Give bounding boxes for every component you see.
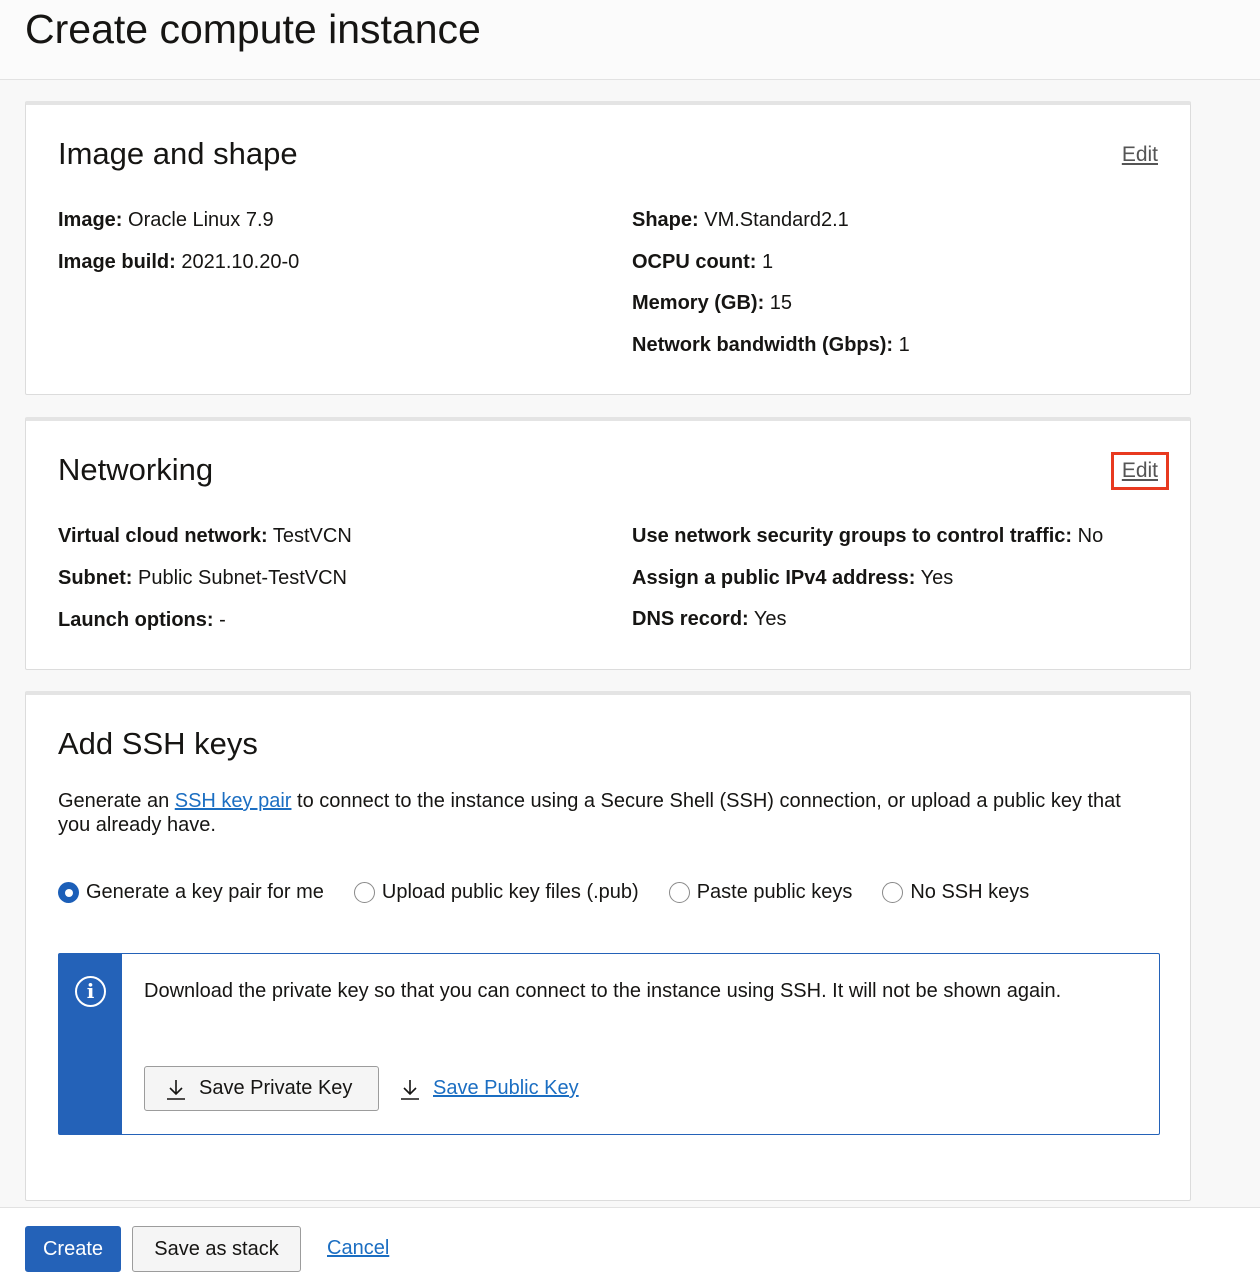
dns-record-field: DNS record: Yes bbox=[632, 608, 787, 631]
info-bar: i bbox=[59, 954, 122, 1134]
save-private-key-label: Save Private Key bbox=[199, 1077, 353, 1099]
nsg-label: Use network security groups to control t… bbox=[632, 525, 1073, 547]
radio-upload-public-key-label: Upload public key files (.pub) bbox=[381, 881, 639, 903]
cancel-link[interactable]: Cancel bbox=[327, 1237, 389, 1260]
network-bandwidth-label: Network bandwidth (Gbps): bbox=[632, 334, 894, 356]
image-and-shape-card: Image and shape Edit Image: Oracle Linux… bbox=[25, 101, 1191, 395]
radio-button[interactable] bbox=[668, 882, 690, 903]
ssh-desc-before: Generate an bbox=[58, 790, 175, 812]
ocpu-count-label: OCPU count: bbox=[632, 251, 757, 273]
radio-upload-public-key[interactable]: Upload public key files (.pub) bbox=[353, 881, 639, 904]
launch-options-label: Launch options: bbox=[58, 609, 214, 631]
nsg-value: No bbox=[1077, 525, 1104, 547]
ssh-key-pair-link[interactable]: SSH key pair bbox=[175, 790, 292, 812]
save-public-key-button[interactable]: Save Public Key bbox=[399, 1066, 579, 1111]
image-build-field: Image build: 2021.10.20-0 bbox=[58, 251, 299, 274]
radio-button-checked[interactable] bbox=[58, 882, 79, 903]
vcn-field: Virtual cloud network: TestVCN bbox=[58, 525, 352, 548]
network-bandwidth-value: 1 bbox=[898, 334, 910, 356]
ssh-keys-card: Add SSH keys Generate an SSH key pair to… bbox=[25, 691, 1191, 1201]
image-value: Oracle Linux 7.9 bbox=[128, 209, 274, 231]
radio-no-ssh-keys-label: No SSH keys bbox=[910, 881, 1030, 903]
subnet-value: Public Subnet-TestVCN bbox=[138, 567, 347, 589]
networking-title: Networking bbox=[58, 452, 214, 487]
subnet-label: Subnet: bbox=[58, 567, 133, 589]
nsg-field: Use network security groups to control t… bbox=[632, 525, 1103, 548]
public-ipv4-value: Yes bbox=[920, 567, 954, 589]
image-build-value: 2021.10.20-0 bbox=[181, 251, 300, 273]
private-key-info-box: i Download the private key so that you c… bbox=[58, 953, 1160, 1135]
download-icon bbox=[401, 1079, 419, 1100]
image-label: Image: bbox=[58, 209, 123, 231]
create-button[interactable]: Create bbox=[25, 1226, 121, 1272]
image-and-shape-title: Image and shape bbox=[58, 136, 298, 171]
subnet-field: Subnet: Public Subnet-TestVCN bbox=[58, 567, 347, 590]
ocpu-count-value: 1 bbox=[762, 251, 774, 273]
radio-button[interactable] bbox=[353, 882, 375, 903]
footer-actions: Create Save as stack Cancel bbox=[0, 1207, 1260, 1280]
launch-options-value: - bbox=[219, 609, 226, 631]
image-field: Image: Oracle Linux 7.9 bbox=[58, 209, 274, 232]
page-title: Create compute instance bbox=[25, 6, 481, 52]
radio-paste-public-keys-label: Paste public keys bbox=[696, 881, 853, 903]
ssh-keys-description: Generate an SSH key pair to connect to t… bbox=[58, 789, 1148, 837]
launch-options-field: Launch options: - bbox=[58, 609, 226, 632]
save-private-key-button[interactable]: Save Private Key bbox=[144, 1066, 379, 1111]
radio-paste-public-keys[interactable]: Paste public keys bbox=[668, 881, 853, 904]
dns-record-value: Yes bbox=[753, 608, 787, 630]
ssh-keys-title: Add SSH keys bbox=[58, 726, 258, 761]
memory-value: 15 bbox=[769, 292, 793, 314]
memory-field: Memory (GB): 15 bbox=[632, 292, 792, 315]
save-public-key-link[interactable]: Save Public Key bbox=[433, 1077, 579, 1100]
radio-no-ssh-keys[interactable]: No SSH keys bbox=[882, 881, 1029, 904]
image-and-shape-edit-link[interactable]: Edit bbox=[1122, 143, 1158, 167]
memory-label: Memory (GB): bbox=[632, 292, 765, 314]
networking-card: Networking Edit Virtual cloud network: T… bbox=[25, 417, 1191, 670]
radio-generate-key-pair-label: Generate a key pair for me bbox=[86, 881, 324, 903]
networking-edit-link[interactable]: Edit bbox=[1110, 452, 1170, 490]
radio-generate-key-pair[interactable]: Generate a key pair for me bbox=[58, 881, 324, 904]
shape-field: Shape: VM.Standard2.1 bbox=[632, 209, 849, 232]
info-icon: i bbox=[75, 976, 106, 1007]
ocpu-count-field: OCPU count: 1 bbox=[632, 251, 773, 274]
page-header: Create compute instance bbox=[0, 0, 1260, 80]
download-icon bbox=[167, 1079, 185, 1100]
image-build-label: Image build: bbox=[58, 251, 176, 273]
public-ipv4-label: Assign a public IPv4 address: bbox=[632, 567, 916, 589]
vcn-label: Virtual cloud network: bbox=[58, 525, 268, 547]
radio-button[interactable] bbox=[882, 882, 904, 903]
public-ipv4-field: Assign a public IPv4 address: Yes bbox=[632, 567, 953, 590]
network-bandwidth-field: Network bandwidth (Gbps): 1 bbox=[632, 334, 910, 357]
info-message: Download the private key so that you can… bbox=[144, 980, 1062, 1002]
save-as-stack-button[interactable]: Save as stack bbox=[132, 1226, 301, 1272]
ssh-key-options: Generate a key pair for me Upload public… bbox=[58, 881, 1059, 904]
vcn-value: TestVCN bbox=[272, 525, 352, 547]
dns-record-label: DNS record: bbox=[632, 608, 749, 630]
shape-value: VM.Standard2.1 bbox=[704, 209, 849, 231]
shape-label: Shape: bbox=[632, 209, 699, 231]
